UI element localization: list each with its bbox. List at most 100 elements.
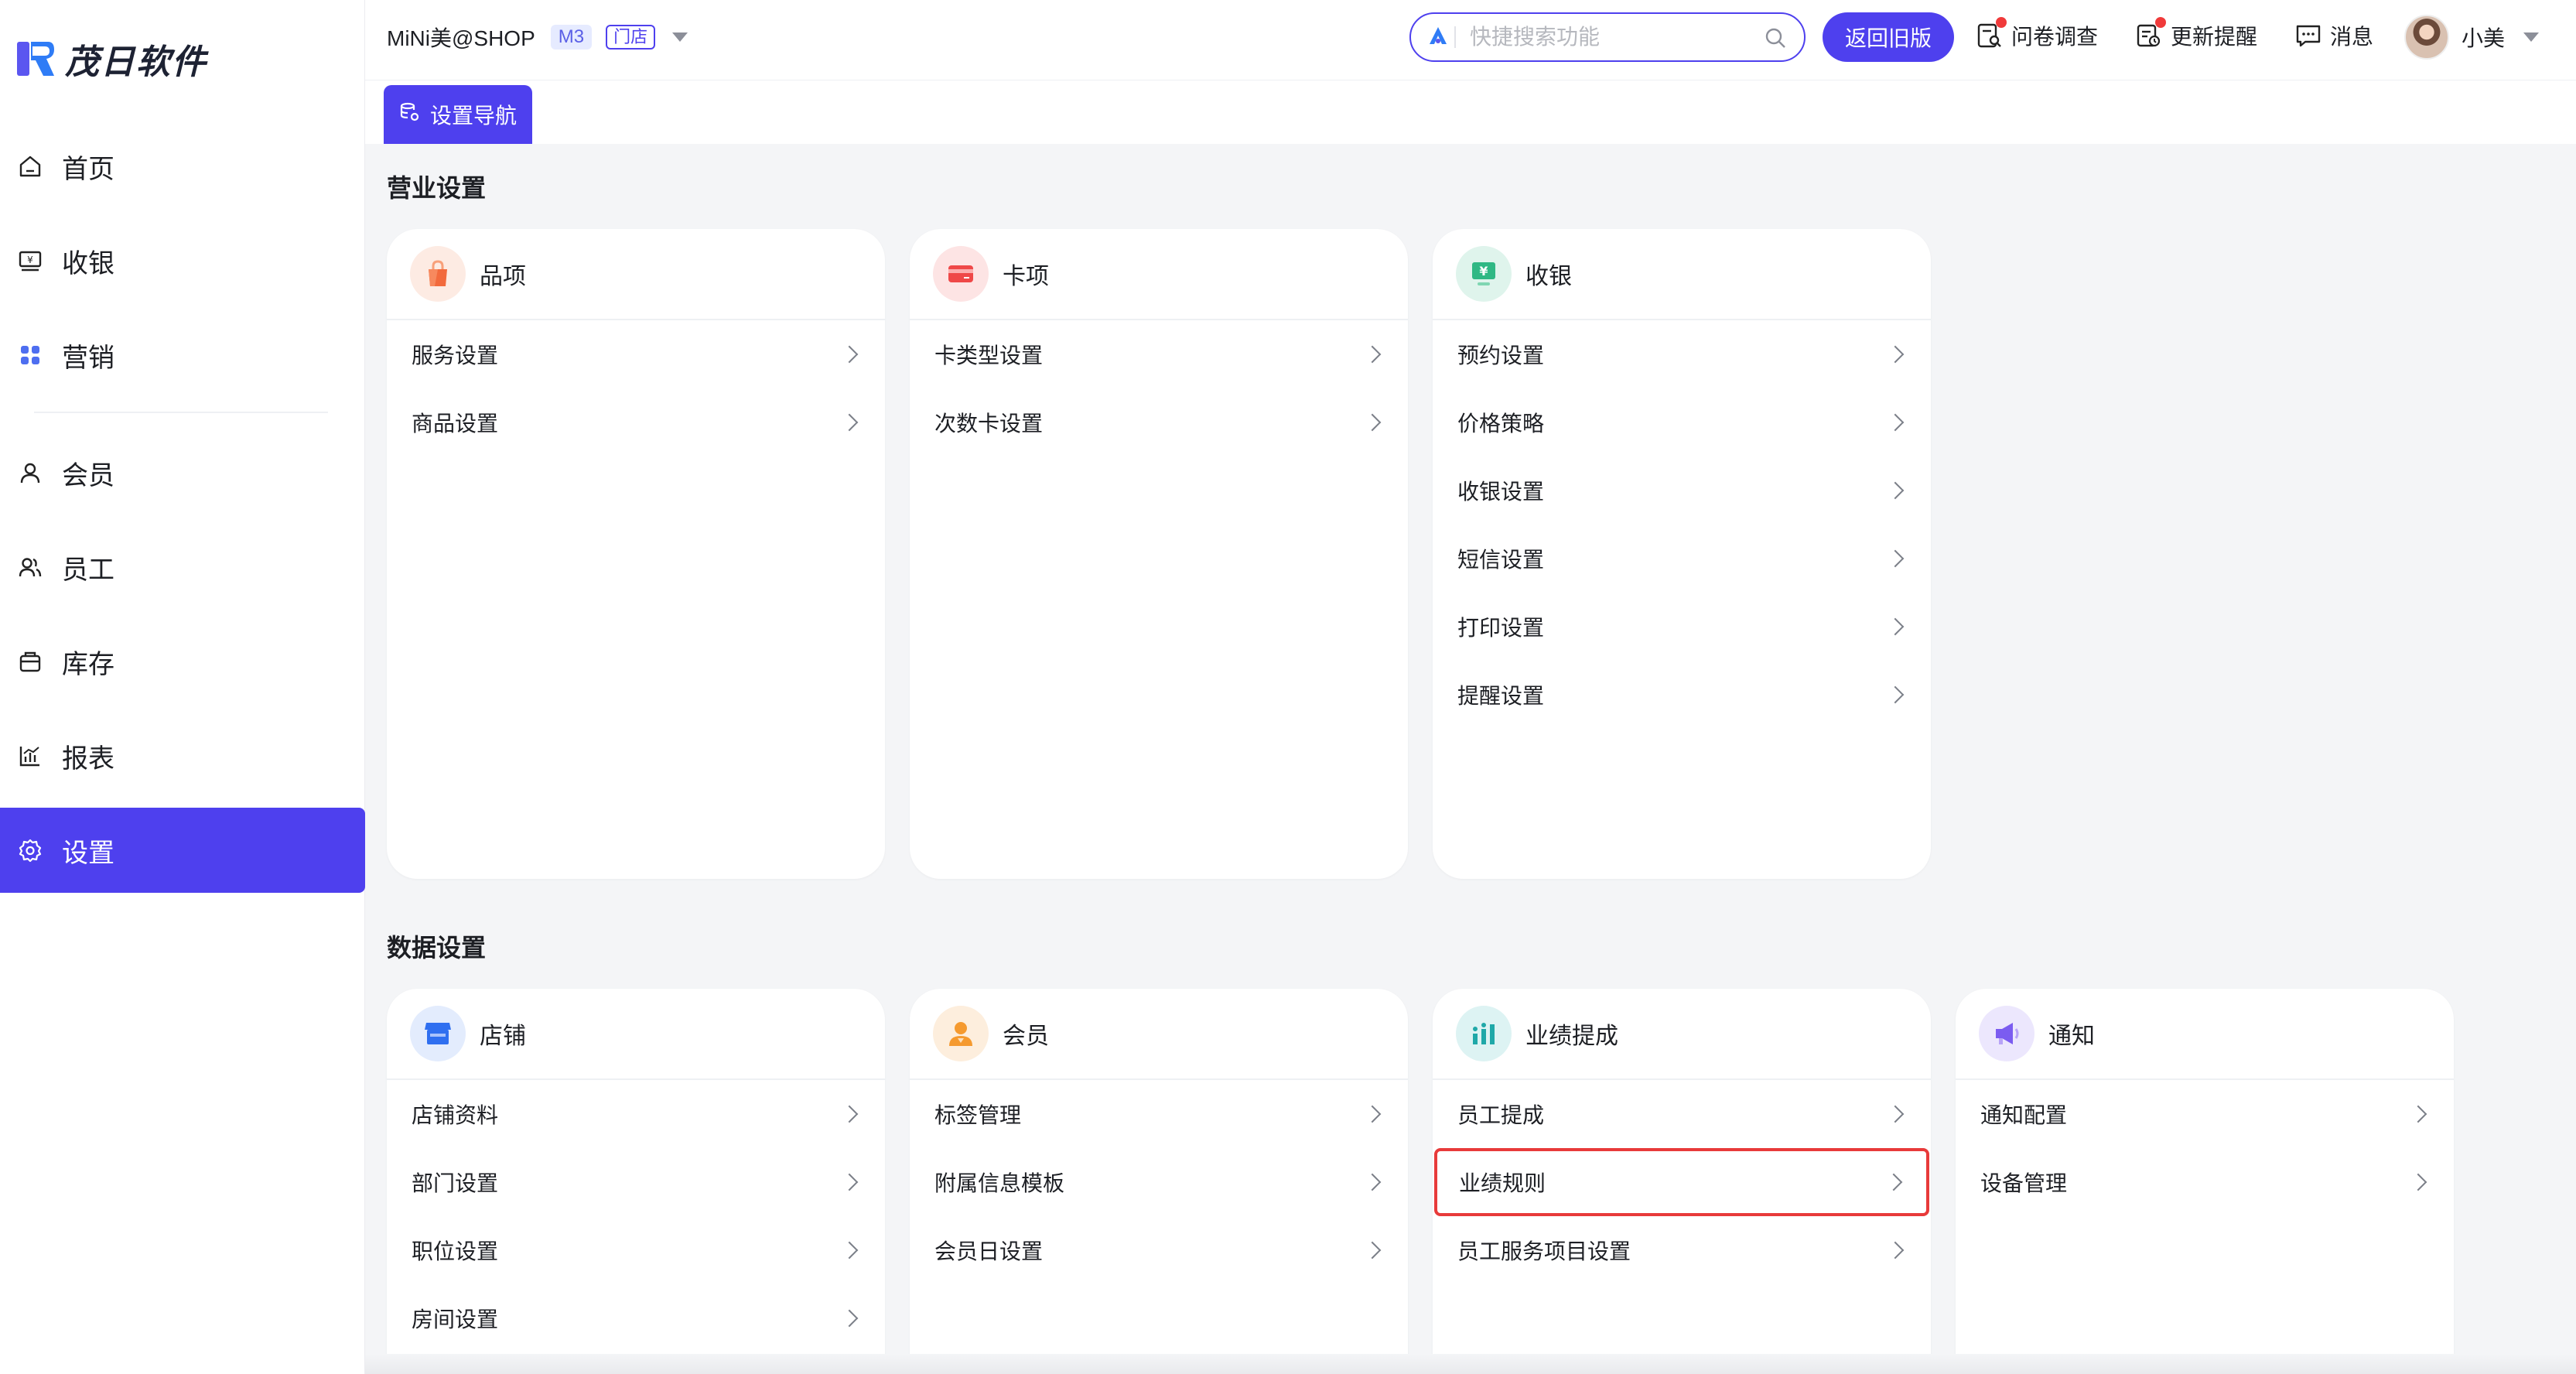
settings-row-service[interactable]: 服务设置 [387, 320, 885, 388]
settings-row-staff-commission[interactable]: 员工提成 [1433, 1080, 1931, 1148]
store-badge: 门店 [606, 25, 656, 50]
settings-row-performance-rules[interactable]: 业绩规则 [1434, 1148, 1929, 1216]
sidebar: 茂日软件 首页 ¥ 收银 营销 会员 员工 库存 报表 设置 [0, 0, 365, 1374]
search-logo-icon [1428, 26, 1448, 50]
settings-card-member: 会员 标签管理 附属信息模板 会员日设置 [910, 989, 1408, 1374]
sidebar-item-staff[interactable]: 员工 [0, 525, 365, 610]
settings-row-appointment[interactable]: 预约设置 [1433, 320, 1931, 388]
staff-icon [17, 554, 43, 580]
user-menu[interactable]: 小美 [2404, 12, 2540, 62]
sidebar-item-home[interactable]: 首页 [0, 124, 365, 209]
card-header: 卡项 [910, 229, 1408, 320]
sidebar-item-label: 首页 [62, 154, 114, 184]
return-old-version-button[interactable]: 返回旧版 [1823, 12, 1954, 62]
sidebar-item-label: 会员 [62, 460, 114, 490]
home-icon [17, 153, 43, 179]
row-label: 价格策略 [1457, 412, 1545, 436]
settings-card-items: 品项 服务设置 商品设置 [387, 229, 885, 879]
search-box[interactable] [1409, 12, 1806, 62]
row-label: 打印设置 [1457, 616, 1545, 640]
chevron-right-icon [1886, 685, 1905, 704]
card-header: ¥ 收银 [1433, 229, 1931, 320]
card-header: 业绩提成 [1433, 989, 1931, 1080]
settings-row-notification-config[interactable]: 通知配置 [1956, 1080, 2454, 1148]
sidebar-item-label: 营销 [62, 343, 114, 373]
chevron-right-icon [1886, 1241, 1905, 1260]
settings-row-extra-info-template[interactable]: 附属信息模板 [910, 1148, 1408, 1216]
chevron-right-icon [2409, 1173, 2427, 1191]
chevron-right-icon [1363, 1105, 1382, 1123]
survey-label: 问卷调查 [2011, 25, 2099, 49]
chevron-right-icon [1363, 1173, 1382, 1191]
chevron-right-icon [840, 1241, 859, 1260]
section-title-data: 数据设置 [387, 934, 487, 962]
chevron-right-icon [1886, 617, 1905, 636]
sidebar-item-marketing[interactable]: 营销 [0, 313, 365, 398]
logo[interactable]: 茂日软件 [15, 36, 207, 82]
row-label: 短信设置 [1457, 548, 1545, 572]
chevron-right-icon [840, 345, 859, 364]
search-icon[interactable] [1764, 26, 1787, 53]
settings-row-device-management[interactable]: 设备管理 [1956, 1148, 2454, 1216]
row-label: 次数卡设置 [934, 412, 1044, 436]
settings-row-price-strategy[interactable]: 价格策略 [1433, 388, 1931, 456]
settings-row-tags[interactable]: 标签管理 [910, 1080, 1408, 1148]
sidebar-item-report[interactable]: 报表 [0, 713, 365, 798]
settings-row-count-card[interactable]: 次数卡设置 [910, 388, 1408, 456]
settings-nav-icon [399, 101, 421, 128]
tab-settings-nav[interactable]: 设置导航 [384, 85, 532, 144]
row-label: 职位设置 [412, 1239, 499, 1263]
logo-mark-icon [15, 39, 56, 79]
version-badge: M3 [550, 25, 593, 50]
settings-row-staff-service-items[interactable]: 员工服务项目设置 [1433, 1216, 1931, 1284]
shop-selector[interactable]: MiNi美@SHOP M3 门店 [387, 22, 688, 53]
chevron-right-icon [840, 1173, 859, 1191]
messages-button[interactable]: 消息 [2294, 17, 2373, 54]
chevron-right-icon [1886, 549, 1905, 568]
settings-row-cashier[interactable]: 收银设置 [1433, 456, 1931, 525]
settings-row-room[interactable]: 房间设置 [387, 1284, 885, 1352]
settings-card-cards: 卡项 卡类型设置 次数卡设置 [910, 229, 1408, 879]
card-header: 店铺 [387, 989, 885, 1080]
chevron-right-icon [1886, 345, 1905, 364]
settings-row-product[interactable]: 商品设置 [387, 388, 885, 456]
sidebar-item-label: 库存 [62, 649, 114, 679]
settings-row-member-day[interactable]: 会员日设置 [910, 1216, 1408, 1284]
sidebar-item-member[interactable]: 会员 [0, 430, 365, 515]
settings-row-card-type[interactable]: 卡类型设置 [910, 320, 1408, 388]
username: 小美 [2462, 26, 2506, 50]
sidebar-item-inventory[interactable]: 库存 [0, 619, 365, 704]
row-label: 收银设置 [1457, 480, 1545, 504]
sidebar-item-label: 报表 [62, 743, 114, 774]
sidebar-item-cashier[interactable]: ¥ 收银 [0, 218, 365, 303]
update-reminder-label: 更新提醒 [2171, 25, 2258, 49]
survey-button[interactable]: 问卷调查 [1976, 17, 2098, 54]
notification-dot [1996, 17, 2007, 28]
settings-row-department[interactable]: 部门设置 [387, 1148, 885, 1216]
row-label: 设备管理 [1980, 1171, 2068, 1195]
row-label: 商品设置 [412, 412, 499, 436]
row-label: 服务设置 [412, 344, 499, 367]
settings-row-reminder[interactable]: 提醒设置 [1433, 661, 1931, 729]
svg-text:¥: ¥ [1479, 264, 1488, 279]
settings-row-store-info[interactable]: 店铺资料 [387, 1080, 885, 1148]
row-label: 附属信息模板 [934, 1171, 1065, 1195]
chevron-right-icon [840, 1309, 859, 1328]
row-label: 标签管理 [934, 1103, 1022, 1127]
update-reminder-button[interactable]: 更新提醒 [2135, 17, 2257, 54]
avatar [2404, 15, 2449, 60]
card-title: 品项 [480, 264, 526, 289]
chevron-down-icon[interactable] [672, 32, 688, 42]
store-icon [410, 1006, 466, 1061]
settings-row-position[interactable]: 职位设置 [387, 1216, 885, 1284]
card-title: 会员 [1003, 1024, 1049, 1049]
settings-row-sms[interactable]: 短信设置 [1433, 525, 1931, 593]
inventory-icon [17, 648, 43, 675]
settings-card-cashier: ¥ 收银 预约设置 价格策略 收银设置 短信设置 打印设置 提醒设置 [1433, 229, 1931, 879]
bottom-shadow [365, 1354, 2576, 1374]
sidebar-item-settings[interactable]: 设置 [0, 808, 365, 893]
search-input[interactable] [1470, 25, 1748, 50]
card-header: 通知 [1956, 989, 2454, 1080]
brand-name: 茂日软件 [65, 43, 207, 81]
settings-row-print[interactable]: 打印设置 [1433, 593, 1931, 661]
